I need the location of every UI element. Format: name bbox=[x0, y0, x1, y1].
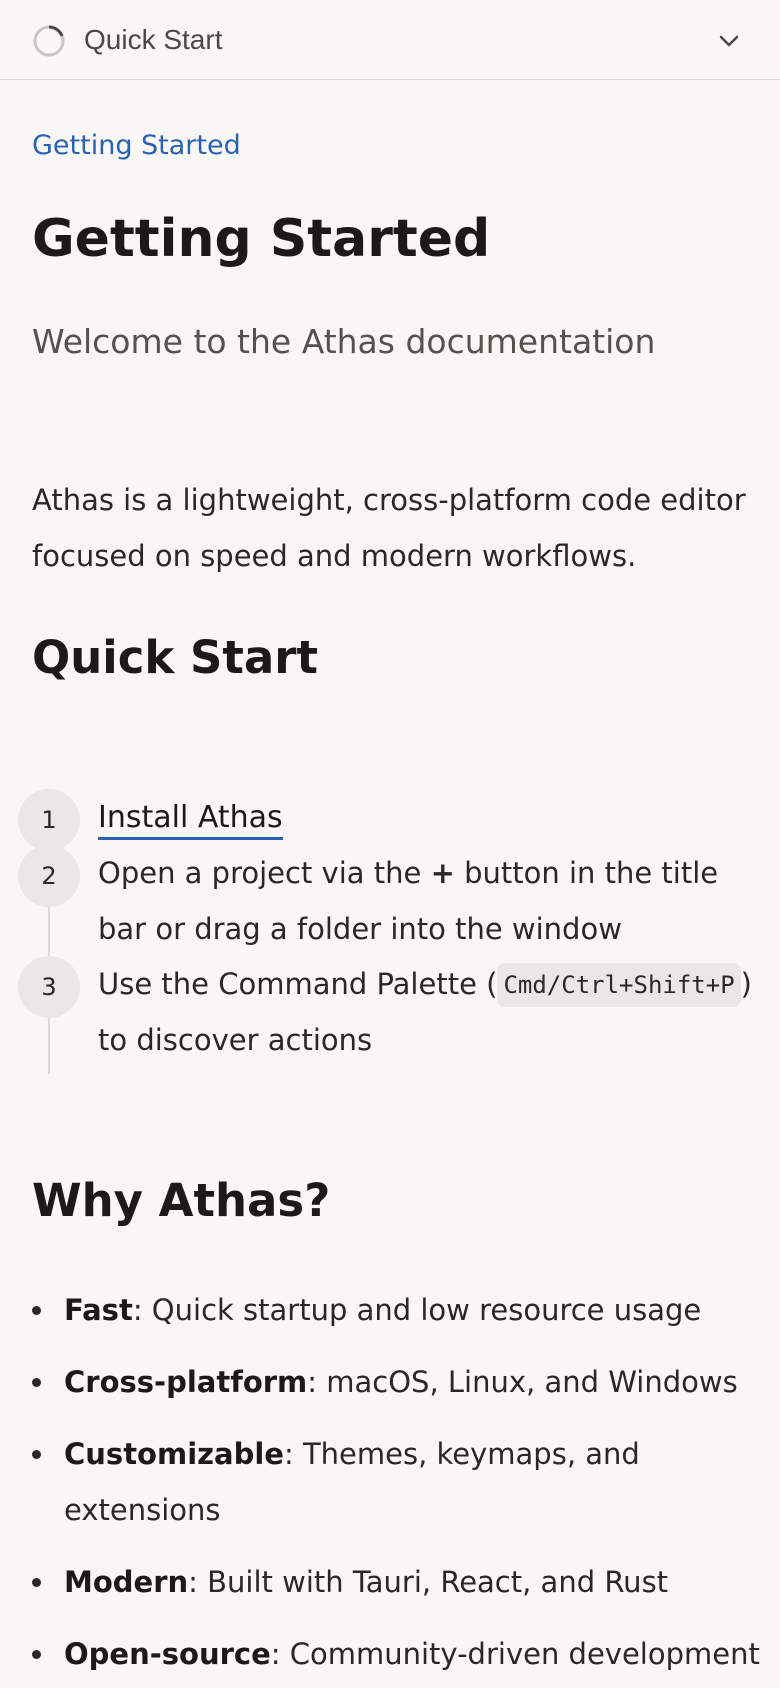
list-item: Open-source: Community-driven developmen… bbox=[32, 1626, 764, 1682]
feature-term: Modern bbox=[64, 1565, 189, 1599]
feature-description: : Quick startup and low resource usage bbox=[132, 1293, 702, 1327]
feature-term: Cross-platform bbox=[64, 1365, 308, 1399]
bullet-icon bbox=[32, 1650, 41, 1659]
page-title: Getting Started bbox=[32, 209, 491, 269]
feature-term: Fast bbox=[64, 1293, 133, 1327]
feature-description: : macOS, Linux, and Windows bbox=[307, 1365, 738, 1399]
step-3-before: Use the Command Palette ( bbox=[98, 967, 498, 1001]
install-athas-link[interactable]: Install Athas bbox=[98, 800, 283, 840]
why-athas-heading: Why Athas? bbox=[32, 1174, 331, 1227]
list-item: Cross-platform: macOS, Linux, and Window… bbox=[32, 1354, 764, 1410]
table-of-contents-bar[interactable]: Quick Start bbox=[0, 0, 780, 80]
plus-symbol: + bbox=[430, 856, 455, 890]
chevron-down-icon[interactable] bbox=[714, 28, 744, 54]
step-number-2: 2 bbox=[18, 845, 80, 907]
toc-current-section[interactable]: Quick Start bbox=[84, 22, 222, 58]
step-2-text: Open a project via the + button in the t… bbox=[98, 845, 758, 957]
list-item: Modern: Built with Tauri, React, and Rus… bbox=[32, 1554, 764, 1610]
feature-description: : Built with Tauri, React, and Rust bbox=[188, 1565, 669, 1599]
breadcrumb-link[interactable]: Getting Started bbox=[32, 130, 241, 161]
page-subtitle: Welcome to the Athas documentation bbox=[32, 322, 656, 361]
command-palette-shortcut: Cmd/Ctrl+Shift+P bbox=[497, 963, 741, 1007]
feature-description: : Community-driven development bbox=[270, 1637, 760, 1671]
list-item: Customizable: Themes, keymaps, and exten… bbox=[32, 1426, 764, 1538]
step-number-1: 1 bbox=[18, 789, 80, 851]
bullet-icon bbox=[32, 1378, 41, 1387]
bullet-icon bbox=[32, 1450, 41, 1459]
feature-term: Customizable bbox=[64, 1437, 284, 1471]
bullet-icon bbox=[32, 1578, 41, 1587]
list-item: Fast: Quick startup and low resource usa… bbox=[32, 1282, 764, 1338]
step-2-before: Open a project via the bbox=[98, 856, 431, 890]
progress-ring-icon bbox=[33, 25, 65, 57]
intro-paragraph: Athas is a lightweight, cross-platform c… bbox=[32, 483, 746, 573]
quick-start-heading: Quick Start bbox=[32, 631, 318, 684]
step-1-text: Install Athas bbox=[98, 789, 758, 846]
bullet-icon bbox=[32, 1306, 41, 1315]
step-3-text: Use the Command Palette (Cmd/Ctrl+Shift+… bbox=[98, 956, 758, 1068]
feature-term: Open-source bbox=[64, 1637, 271, 1671]
step-number-3: 3 bbox=[18, 956, 80, 1018]
